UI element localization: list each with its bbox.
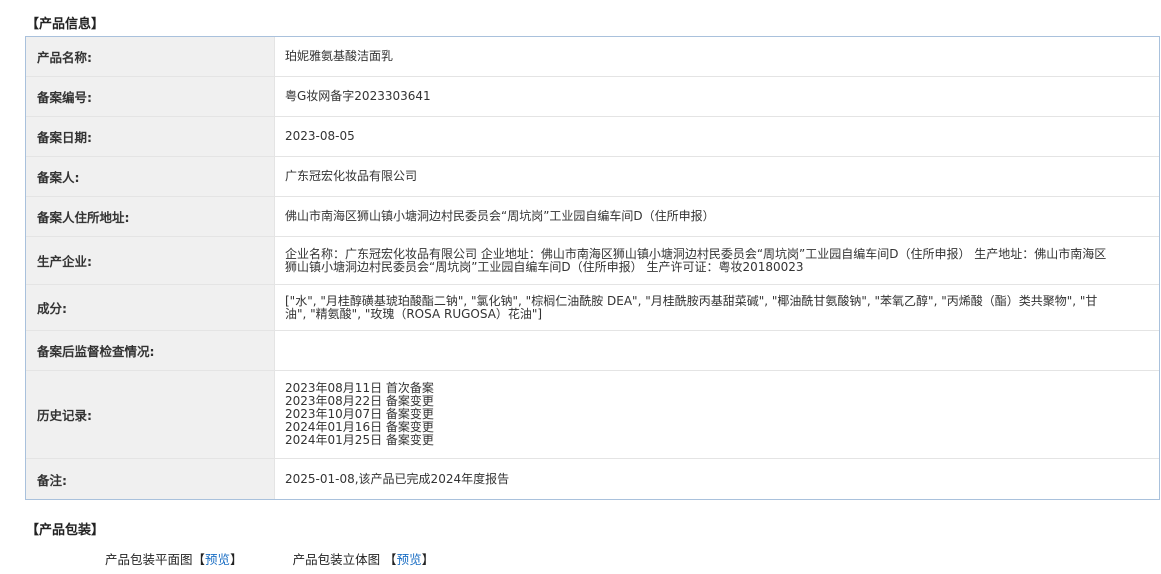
record-number-label: 备案编号:	[26, 77, 275, 116]
remarks-label: 备注:	[26, 459, 275, 499]
manufacturer-label: 生产企业:	[26, 237, 275, 284]
product-name-value: 珀妮雅氨基酸洁面乳	[285, 49, 394, 63]
product-info-table: 产品名称: 珀妮雅氨基酸洁面乳 备案编号: 粤G妆网备字2023303641 备…	[25, 36, 1160, 500]
history-label: 历史记录:	[26, 371, 275, 458]
package-solid-item: 产品包装立体图 【预览】	[293, 552, 435, 568]
ingredients-label: 成分:	[26, 285, 275, 330]
row-post-inspection: 备案后监督检查情况:	[26, 331, 1159, 371]
product-name-label: 产品名称:	[26, 37, 275, 76]
row-registrant-address: 备案人住所地址: 佛山市南海区狮山镇小塘洞边村民委员会“周坑岗”工业园自编车间D…	[26, 197, 1159, 237]
package-links: 产品包装平面图【预览】 产品包装立体图 【预览】	[105, 552, 434, 568]
row-ingredients: 成分: ["水", "月桂醇磺基琥珀酸酯二钠", "氯化钠", "棕榈仁油酰胺 …	[26, 285, 1159, 331]
product-info-section-title: 【产品信息】	[26, 17, 105, 32]
bracket-close: 】	[230, 552, 243, 567]
registrant-label: 备案人:	[26, 157, 275, 196]
row-registrant: 备案人: 广东冠宏化妆品有限公司	[26, 157, 1159, 197]
row-manufacturer: 生产企业: 企业名称：广东冠宏化妆品有限公司 企业地址：佛山市南海区狮山镇小塘洞…	[26, 237, 1159, 285]
row-remarks: 备注: 2025-01-08,该产品已完成2024年度报告	[26, 459, 1159, 499]
record-date-value: 2023-08-05	[285, 129, 355, 143]
registrant-address-label: 备案人住所地址:	[26, 197, 275, 236]
registrant-value: 广东冠宏化妆品有限公司	[285, 169, 418, 183]
package-flat-label: 产品包装平面图	[105, 552, 193, 567]
package-flat-preview-link[interactable]: 预览	[205, 552, 230, 568]
bracket-open: 【	[384, 552, 397, 567]
row-product-name: 产品名称: 珀妮雅氨基酸洁面乳	[26, 37, 1159, 77]
package-solid-preview-link[interactable]: 预览	[397, 552, 422, 568]
row-history: 历史记录: 2023年08月11日 首次备案 2023年08月22日 备案变更 …	[26, 371, 1159, 459]
package-flat-item: 产品包装平面图【预览】	[105, 552, 243, 568]
record-date-label: 备案日期:	[26, 117, 275, 156]
ingredients-value: ["水", "月桂醇磺基琥珀酸酯二钠", "氯化钠", "棕榈仁油酰胺 DEA"…	[285, 293, 1098, 321]
remarks-value: 2025-01-08,该产品已完成2024年度报告	[285, 471, 510, 486]
bracket-open: 【	[192, 552, 206, 567]
history-entry: 2024年01月25日 备案变更	[285, 433, 434, 447]
record-number-value: 粤G妆网备字2023303641	[285, 89, 431, 103]
product-package-section-title: 【产品包装】	[26, 523, 105, 538]
post-inspection-label: 备案后监督检查情况:	[26, 331, 275, 370]
registrant-address-value: 佛山市南海区狮山镇小塘洞边村民委员会“周坑岗”工业园自编车间D（住所申报）	[285, 209, 715, 223]
bracket-close: 】	[421, 552, 435, 567]
history-list: 2023年08月11日 首次备案 2023年08月22日 备案变更 2023年1…	[285, 382, 434, 447]
package-solid-label: 产品包装立体图	[292, 552, 385, 567]
row-record-number: 备案编号: 粤G妆网备字2023303641	[26, 77, 1159, 117]
row-record-date: 备案日期: 2023-08-05	[26, 117, 1159, 157]
manufacturer-value: 企业名称：广东冠宏化妆品有限公司 企业地址：佛山市南海区狮山镇小塘洞边村民委员会…	[285, 246, 1107, 274]
